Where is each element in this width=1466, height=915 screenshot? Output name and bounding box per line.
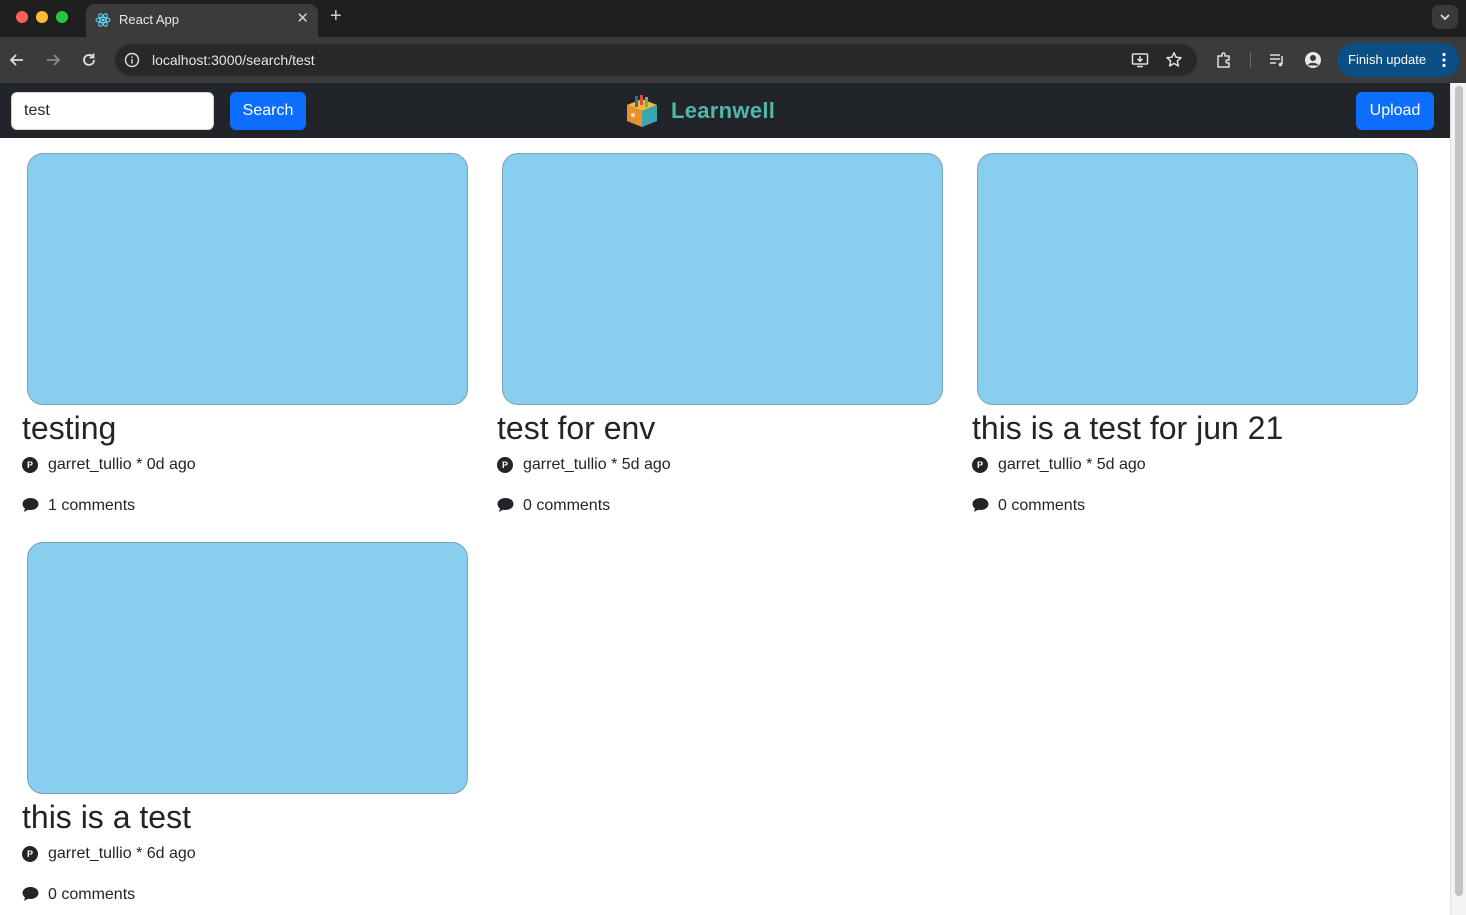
install-app-icon[interactable] (1131, 51, 1149, 69)
finish-update-label: Finish update (1348, 52, 1427, 67)
react-icon (95, 13, 111, 27)
address-bar[interactable]: localhost:3000/search/test (115, 44, 1197, 76)
post-age: 5d ago (1096, 456, 1146, 473)
author-name: garret_tullio (48, 845, 132, 862)
post-thumbnail[interactable] (502, 153, 943, 405)
minimize-window-button[interactable] (36, 11, 48, 23)
post-age: 5d ago (621, 456, 671, 473)
media-controls-icon[interactable] (1268, 51, 1286, 69)
toolbar-divider (1250, 52, 1251, 68)
author-avatar: P (497, 457, 513, 473)
url-text[interactable]: localhost:3000/search/test (152, 52, 315, 68)
search-input[interactable] (11, 92, 214, 130)
comment-icon (22, 498, 39, 512)
new-tab-button[interactable]: + (330, 6, 342, 26)
comment-count: 0 comments (998, 497, 1086, 514)
post-thumbnail[interactable] (27, 542, 468, 794)
reload-icon[interactable] (80, 51, 98, 69)
close-window-button[interactable] (16, 11, 28, 23)
search-button[interactable]: Search (230, 92, 306, 130)
bookmark-star-icon[interactable] (1165, 51, 1183, 69)
browser-toolbar: localhost:3000/search/test Finish update (0, 37, 1466, 83)
author-name: garret_tullio (998, 456, 1082, 473)
comment-count: 0 comments (48, 886, 136, 903)
scrollbar-thumb[interactable] (1455, 86, 1463, 896)
meta-separator: * (611, 456, 618, 473)
author-avatar: P (972, 457, 988, 473)
post-age: 0d ago (146, 456, 196, 473)
comment-icon (972, 498, 989, 512)
author-meta-text: garret_tullio * 6d ago (48, 845, 196, 863)
tab-search-button[interactable] (1432, 5, 1458, 29)
brand-name: Learnwell (671, 98, 776, 123)
comment-count: 0 comments (523, 497, 611, 514)
meta-separator: * (136, 845, 143, 862)
finish-update-button[interactable]: Finish update (1337, 43, 1459, 77)
page-scrollbar[interactable] (1450, 83, 1466, 915)
author-name: garret_tullio (48, 456, 132, 473)
post-title[interactable]: this is a test for jun 21 (972, 410, 1283, 447)
comment-count: 1 comments (48, 497, 136, 514)
tab-title: React App (119, 12, 179, 27)
app-navbar: Search Learnwell Upload (0, 83, 1450, 138)
comment-icon (497, 498, 514, 512)
maximize-window-button[interactable] (56, 11, 68, 23)
more-vertical-icon (1442, 52, 1446, 68)
meta-separator: * (136, 456, 143, 473)
author-name: garret_tullio (523, 456, 607, 473)
post-thumbnail[interactable] (977, 153, 1418, 405)
author-meta-text: garret_tullio * 0d ago (48, 456, 196, 474)
profile-icon[interactable] (1304, 51, 1322, 69)
author-avatar: P (22, 457, 38, 473)
post-title[interactable]: test for env (497, 410, 655, 447)
post-age: 6d ago (146, 845, 196, 862)
browser-tab-bar: React App ✕ + (0, 0, 1466, 37)
tab-close-icon[interactable]: ✕ (296, 10, 309, 28)
post-title[interactable]: testing (22, 410, 116, 447)
meta-separator: * (1086, 456, 1093, 473)
back-arrow-icon[interactable] (8, 51, 26, 69)
author-avatar: P (22, 846, 38, 862)
learnwell-logo-icon (627, 95, 657, 127)
site-info-icon[interactable] (124, 52, 140, 68)
post-title[interactable]: this is a test (22, 799, 191, 836)
post-thumbnail[interactable] (27, 153, 468, 405)
browser-tab[interactable]: React App ✕ (86, 4, 318, 37)
author-meta-text: garret_tullio * 5d ago (998, 456, 1146, 474)
author-meta-text: garret_tullio * 5d ago (523, 456, 671, 474)
forward-arrow-icon[interactable] (44, 51, 62, 69)
extensions-icon[interactable] (1215, 51, 1233, 69)
comment-icon (22, 887, 39, 901)
upload-button[interactable]: Upload (1356, 92, 1434, 130)
chevron-down-icon (1440, 14, 1450, 21)
